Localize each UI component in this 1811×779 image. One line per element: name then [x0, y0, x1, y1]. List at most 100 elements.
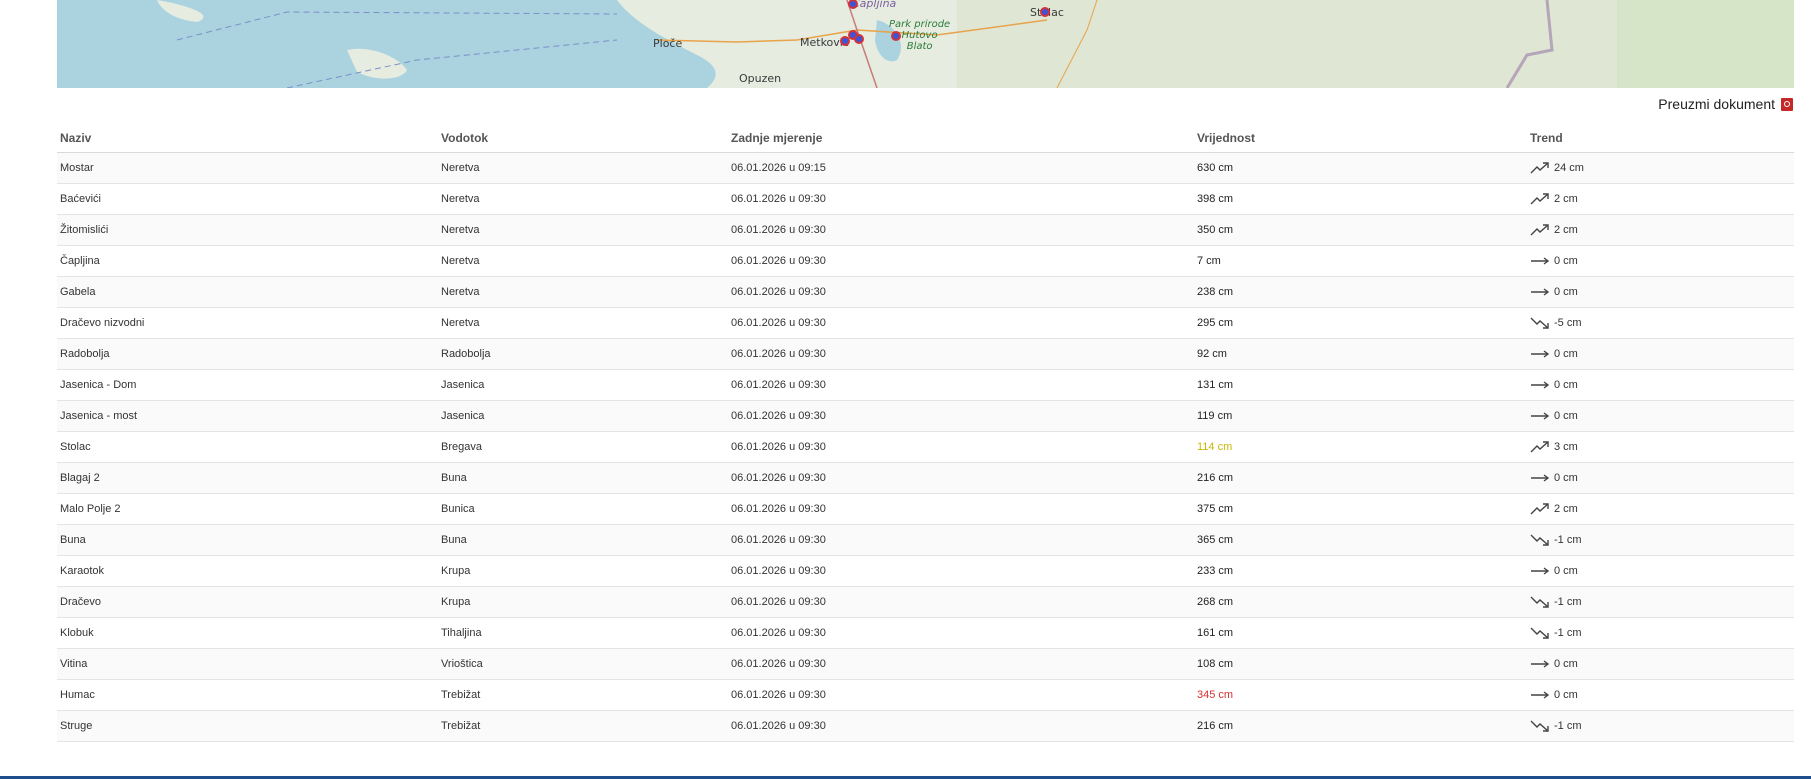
trend-value: 0 cm: [1554, 689, 1578, 701]
table-row[interactable]: Jasenica - Dom Jasenica 06.01.2026 u 09:…: [57, 370, 1794, 401]
trend-cell: -5 cm: [1527, 317, 1794, 329]
river-name: Vrioštica: [441, 658, 483, 670]
trend-value: -5 cm: [1554, 317, 1582, 329]
download-document-link[interactable]: Preuzmi dokument: [1658, 96, 1793, 112]
river-name: Jasenica: [441, 379, 485, 391]
trend-flat-icon: [1530, 689, 1550, 701]
river-name: Neretva: [441, 317, 480, 329]
river-name: Bregava: [441, 441, 482, 453]
river-name: Tihaljina: [441, 627, 482, 639]
table-row[interactable]: Stolac Bregava 06.01.2026 u 09:30 114 cm…: [57, 432, 1794, 463]
trend-cell: 2 cm: [1527, 193, 1794, 205]
trend-up-icon: [1530, 162, 1550, 174]
trend-value: 0 cm: [1554, 348, 1578, 360]
station-name: Baćevići: [60, 193, 101, 205]
measurement-time: 06.01.2026 u 09:30: [731, 720, 826, 732]
table-row[interactable]: Čapljina Neretva 06.01.2026 u 09:30 7 cm…: [57, 246, 1794, 277]
measurement-time: 06.01.2026 u 09:30: [731, 472, 826, 484]
measurement-value: 398 cm: [1197, 193, 1234, 205]
trend-cell: 0 cm: [1527, 348, 1794, 360]
measurement-value: 233 cm: [1197, 565, 1234, 577]
header-naziv[interactable]: Naziv: [57, 131, 438, 145]
measurement-value: 216 cm: [1197, 472, 1234, 484]
trend-value: 2 cm: [1554, 503, 1578, 515]
measurement-time: 06.01.2026 u 09:30: [731, 596, 826, 608]
table-row[interactable]: Dračevo nizvodni Neretva 06.01.2026 u 09…: [57, 308, 1794, 339]
river-name: Neretva: [441, 193, 480, 205]
table-row[interactable]: Vitina Vrioštica 06.01.2026 u 09:30 108 …: [57, 649, 1794, 680]
measurement-value: 131 cm: [1197, 379, 1234, 391]
station-name: Žitomislići: [60, 224, 109, 236]
trend-flat-icon: [1530, 286, 1550, 298]
table-row[interactable]: Humac Trebižat 06.01.2026 u 09:30 345 cm…: [57, 680, 1794, 711]
map-label-capljina: Čapljina: [852, 0, 897, 10]
measurement-time: 06.01.2026 u 09:30: [731, 627, 826, 639]
station-marker[interactable]: [1040, 7, 1050, 17]
station-name: Humac: [60, 689, 95, 701]
trend-cell: 2 cm: [1527, 503, 1794, 515]
header-vrijednost[interactable]: Vrijednost: [1194, 131, 1527, 145]
station-name: Karaotok: [60, 565, 105, 577]
measurement-value: 7 cm: [1197, 255, 1221, 267]
river-name: Krupa: [441, 596, 471, 608]
station-name: Čapljina: [60, 255, 100, 267]
pdf-icon: [1781, 97, 1793, 111]
table-row[interactable]: Karaotok Krupa 06.01.2026 u 09:30 233 cm…: [57, 556, 1794, 587]
measurement-value: 92 cm: [1197, 348, 1227, 360]
trend-value: 0 cm: [1554, 379, 1578, 391]
table-row[interactable]: Mostar Neretva 06.01.2026 u 09:15 630 cm…: [57, 153, 1794, 184]
header-zadnje-mjerenje[interactable]: Zadnje mjerenje: [728, 131, 1194, 145]
table-row[interactable]: Baćevići Neretva 06.01.2026 u 09:30 398 …: [57, 184, 1794, 215]
trend-value: 24 cm: [1554, 162, 1584, 174]
trend-cell: 2 cm: [1527, 224, 1794, 236]
station-name: Dračevo: [60, 596, 101, 608]
map-label-ploce: Ploče: [653, 37, 683, 50]
trend-cell: 0 cm: [1527, 410, 1794, 422]
table-row[interactable]: Blagaj 2 Buna 06.01.2026 u 09:30 216 cm …: [57, 463, 1794, 494]
table-row[interactable]: Dračevo Krupa 06.01.2026 u 09:30 268 cm …: [57, 587, 1794, 618]
table-row[interactable]: Klobuk Tihaljina 06.01.2026 u 09:30 161 …: [57, 618, 1794, 649]
river-name: Bunica: [441, 503, 475, 515]
measurement-value: 119 cm: [1197, 410, 1233, 422]
measurement-time: 06.01.2026 u 09:30: [731, 441, 826, 453]
trend-cell: 0 cm: [1527, 658, 1794, 670]
measurement-value: 630 cm: [1197, 162, 1234, 174]
measurement-value: 216 cm: [1197, 720, 1234, 732]
station-name: Radobolja: [60, 348, 110, 360]
river-name: Trebižat: [441, 689, 481, 701]
trend-value: 3 cm: [1554, 441, 1578, 453]
trend-cell: -1 cm: [1527, 720, 1794, 732]
trend-flat-icon: [1530, 410, 1550, 422]
table-row[interactable]: Gabela Neretva 06.01.2026 u 09:30 238 cm…: [57, 277, 1794, 308]
trend-cell: 0 cm: [1527, 689, 1794, 701]
table-row[interactable]: Jasenica - most Jasenica 06.01.2026 u 09…: [57, 401, 1794, 432]
measurement-value: 365 cm: [1197, 534, 1234, 546]
measurement-time: 06.01.2026 u 09:30: [731, 503, 826, 515]
trend-cell: -1 cm: [1527, 627, 1794, 639]
table-row[interactable]: Žitomislići Neretva 06.01.2026 u 09:30 3…: [57, 215, 1794, 246]
measurement-time: 06.01.2026 u 09:30: [731, 255, 826, 267]
station-name: Klobuk: [60, 627, 94, 639]
measurement-time: 06.01.2026 u 09:30: [731, 193, 826, 205]
measurement-value: 350 cm: [1197, 224, 1234, 236]
station-name: Jasenica - most: [60, 410, 138, 422]
map[interactable]: Ploče Metković Opuzen Stolac Čapljina Pa…: [57, 0, 1794, 88]
table-row[interactable]: Buna Buna 06.01.2026 u 09:30 365 cm -1 c…: [57, 525, 1794, 556]
station-marker[interactable]: [891, 31, 901, 41]
header-vodotok[interactable]: Vodotok: [438, 131, 728, 145]
download-document-label: Preuzmi dokument: [1658, 96, 1775, 112]
table-body: Mostar Neretva 06.01.2026 u 09:15 630 cm…: [57, 153, 1794, 742]
measurement-value: 268 cm: [1197, 596, 1234, 608]
trend-up-icon: [1530, 224, 1550, 236]
station-marker[interactable]: [854, 34, 864, 44]
trend-flat-icon: [1530, 658, 1550, 670]
table-row[interactable]: Malo Polje 2 Bunica 06.01.2026 u 09:30 3…: [57, 494, 1794, 525]
trend-value: 0 cm: [1554, 472, 1578, 484]
trend-flat-icon: [1530, 348, 1550, 360]
trend-value: -1 cm: [1554, 534, 1582, 546]
trend-cell: 3 cm: [1527, 441, 1794, 453]
table-row[interactable]: Struge Trebižat 06.01.2026 u 09:30 216 c…: [57, 711, 1794, 742]
header-trend[interactable]: Trend: [1527, 131, 1794, 145]
table-row[interactable]: Radobolja Radobolja 06.01.2026 u 09:30 9…: [57, 339, 1794, 370]
river-name: Buna: [441, 534, 467, 546]
